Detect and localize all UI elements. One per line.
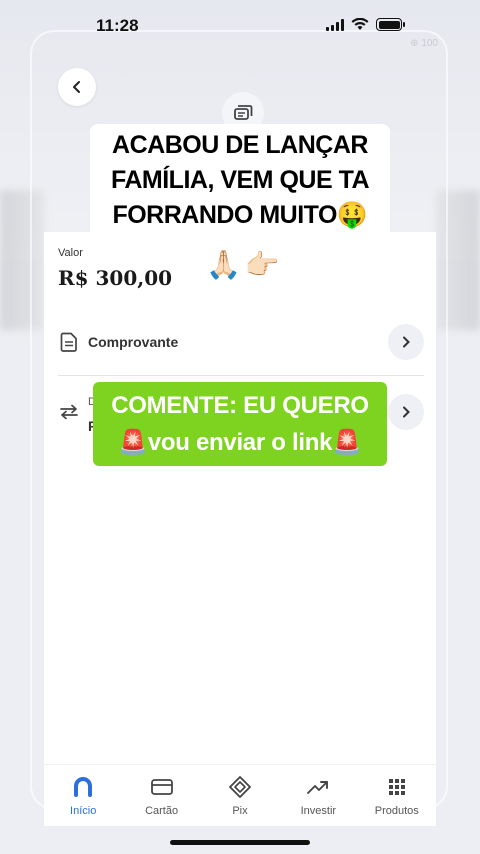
back-button[interactable] [58,68,96,106]
transfer-chevron-button[interactable] [388,394,424,430]
chevron-right-icon [403,336,410,348]
nav-item-pix[interactable]: Pix [205,774,275,817]
value-label: Valor [58,247,83,259]
chart-up-icon [305,774,331,800]
chevron-left-icon [73,81,80,93]
receipt-row[interactable]: Comprovante [58,322,424,362]
nav-item-cartao[interactable]: Cartão [127,774,197,817]
headline-overlay-text: ACABOU DE LANÇAR FAMÍLIA, VEM QUE TA FOR… [90,128,390,233]
headline-line-3: FORRANDO MUITO🤑 [112,201,368,229]
status-bar: 11:28 ⊕ 100 [0,0,480,52]
headline-line-1: ACABOU DE LANÇAR [112,131,368,159]
card-icon [149,774,175,800]
nav-item-investir[interactable]: Investir [283,774,353,817]
battery-icon [376,18,405,31]
receipt-stack-icon [234,105,253,120]
headline-line-2: FAMÍLIA, VEM QUE TA [110,166,370,194]
nav-label-pix: Pix [232,805,248,817]
transfer-arrows-icon [58,401,80,423]
nav-label-produtos: Produtos [374,805,419,817]
grid-icon [384,774,410,800]
cta-line-2: 🚨vou enviar o link🚨 [118,429,362,456]
nav-item-produtos[interactable]: Produtos [362,774,432,817]
nav-label-inicio: Início [70,805,97,817]
document-icon [58,331,80,353]
chevron-right-icon [403,406,410,418]
emoji-overlay: 🙏🏻👉🏻 [206,248,284,281]
bottom-nav: Início Cartão Pix Investir Produtos [44,764,436,826]
nav-item-inicio[interactable]: Início [48,774,118,817]
home-indicator[interactable] [170,840,310,845]
row-divider [58,375,424,376]
status-icons [326,18,405,31]
signal-icon [326,18,344,31]
home-icon [70,774,96,800]
wifi-icon [351,18,369,30]
status-time: 11:28 [96,16,139,35]
pix-icon [227,774,253,800]
cta-line-1: COMENTE: EU QUERO [111,392,369,419]
receipt-label: Comprovante [88,334,179,350]
receipt-chevron-button[interactable] [388,324,424,360]
nav-label-cartao: Cartão [145,805,179,817]
nav-label-investir: Investir [300,805,337,817]
faint-status-text: ⊕ 100 [410,38,438,49]
transfer-details-card [44,232,436,792]
value-amount: R$ 300,00 [58,266,173,290]
